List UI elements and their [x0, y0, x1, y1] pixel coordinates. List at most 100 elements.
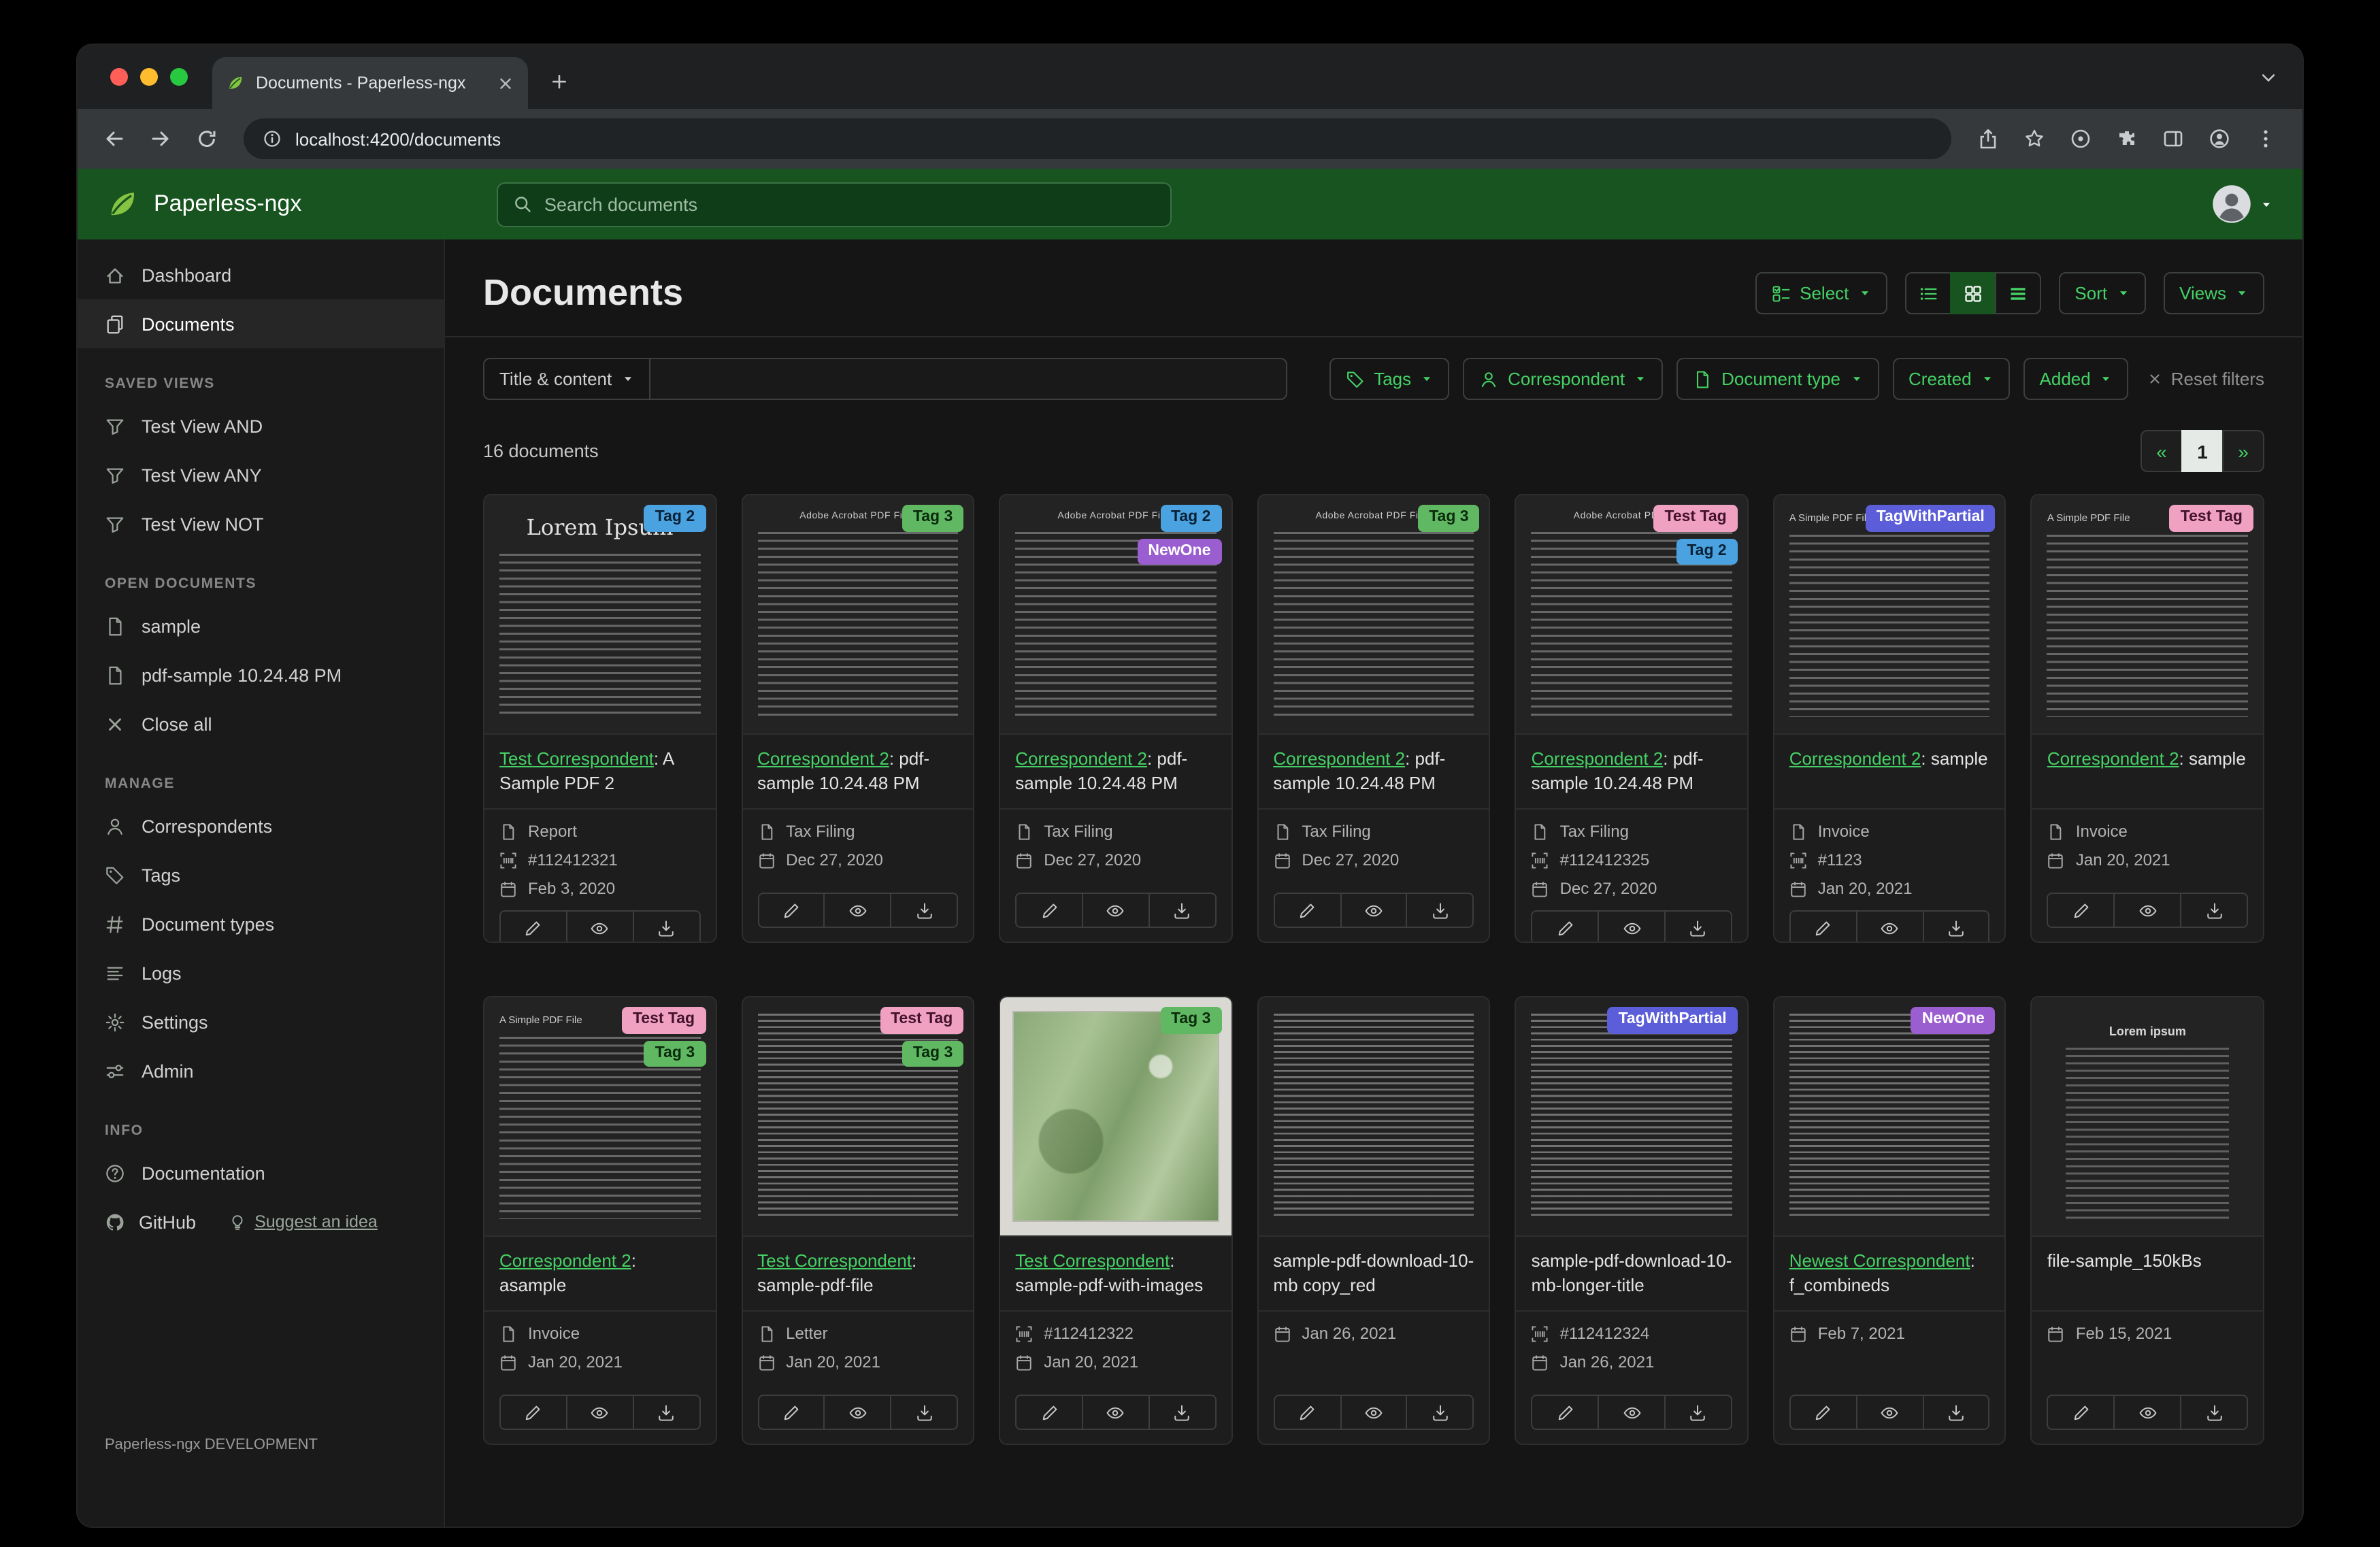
sidebar-item-test-view-any[interactable]: Test View ANY	[78, 450, 444, 499]
tag-badge[interactable]: NewOne	[1137, 538, 1222, 565]
doc-thumbnail[interactable]	[1258, 997, 1489, 1237]
sidebar-item-test-view-not[interactable]: Test View NOT	[78, 499, 444, 548]
view-button[interactable]	[565, 910, 634, 942]
tag-badge[interactable]: TagWithPartial	[1865, 505, 1996, 531]
view-button[interactable]	[2113, 1395, 2182, 1430]
correspondent-link[interactable]: Correspondent 2	[1789, 748, 1921, 769]
document-card[interactable]: NewOne Newest Correspondent: f_combineds…	[1772, 996, 2006, 1445]
doc-thumbnail[interactable]: Test Tag A Simple PDF File	[2032, 495, 2263, 735]
edit-button[interactable]	[499, 910, 567, 942]
view-button[interactable]	[1082, 893, 1150, 928]
sidebar-item-document-types[interactable]: Document types	[78, 899, 444, 948]
side-panel-button[interactable]	[2153, 118, 2194, 159]
grid-view-button[interactable]	[1949, 272, 1996, 314]
doc-thumbnail[interactable]: TagWithPartial	[1516, 997, 1747, 1237]
tag-badge[interactable]: NewOne	[1911, 1007, 1996, 1033]
window-minimize-button[interactable]	[140, 68, 158, 86]
sidebar-item-documentation[interactable]: Documentation	[78, 1148, 444, 1197]
doc-thumbnail[interactable]: Tag 3	[1000, 997, 1232, 1237]
window-close-button[interactable]	[110, 68, 128, 86]
doc-thumbnail[interactable]: Test Tag Tag 3 A Simple PDF File	[484, 997, 716, 1237]
view-button[interactable]	[1082, 1395, 1150, 1430]
user-menu[interactable]	[2211, 184, 2272, 224]
document-card[interactable]: Test Tag A Simple PDF File Correspondent…	[2030, 494, 2264, 943]
document-card[interactable]: TagWithPartial sample-pdf-download-10-mb…	[1515, 996, 1749, 1445]
sidebar-item-close-all[interactable]: Close all	[78, 699, 444, 748]
document-card[interactable]: Tag 3 Test Correspondent: sample-pdf-wit…	[999, 996, 1233, 1445]
download-button[interactable]	[890, 893, 959, 928]
window-zoom-button[interactable]	[170, 68, 188, 86]
sidebar-item-test-view-and[interactable]: Test View AND	[78, 401, 444, 450]
sidebar-item-settings[interactable]: Settings	[78, 997, 444, 1046]
sidebar-item-tags[interactable]: Tags	[78, 850, 444, 899]
download-button[interactable]	[1664, 1395, 1732, 1430]
document-card[interactable]: TagWithPartial A Simple PDF File Corresp…	[1772, 494, 2006, 943]
doc-thumbnail[interactable]: Test Tag Tag 2 Adobe Acrobat PDF Files	[1516, 495, 1747, 735]
bookmark-button[interactable]	[2014, 118, 2055, 159]
browser-tab[interactable]: Documents - Paperless-ngx	[212, 57, 528, 109]
document-card[interactable]: sample-pdf-download-10-mb copy_red Jan 2…	[1257, 996, 1491, 1445]
tag-badge[interactable]: Tag 3	[1418, 505, 1480, 531]
address-bar[interactable]: localhost:4200/documents	[244, 118, 1951, 159]
tag-badge[interactable]: Tag 2	[644, 505, 706, 531]
correspondent-link[interactable]: Correspondent 2	[499, 1250, 631, 1271]
doc-thumbnail[interactable]: NewOne	[1774, 997, 2005, 1237]
sidebar-item-logs[interactable]: Logs	[78, 948, 444, 997]
view-button[interactable]	[1598, 1395, 1666, 1430]
edit-button[interactable]	[2047, 1395, 2115, 1430]
browser-menu-button[interactable]	[2245, 118, 2286, 159]
view-button[interactable]	[1855, 910, 1924, 942]
filter-button-document-type[interactable]: Document type	[1676, 358, 1879, 400]
download-button[interactable]	[1922, 910, 1990, 942]
doc-thumbnail[interactable]: Lorem ipsum	[2032, 997, 2263, 1237]
filter-query-input[interactable]	[650, 358, 1287, 400]
tab-close-icon[interactable]	[497, 74, 514, 92]
tag-badge[interactable]: Test Tag	[880, 1007, 964, 1033]
tag-badge[interactable]: Test Tag	[621, 1007, 706, 1033]
doc-thumbnail[interactable]: Tag 3 Adobe Acrobat PDF Files	[742, 495, 974, 735]
reload-button[interactable]	[186, 118, 227, 159]
app-brand[interactable]: Paperless-ngx	[78, 186, 445, 222]
edit-button[interactable]	[1273, 893, 1342, 928]
correspondent-link[interactable]: Newest Correspondent	[1789, 1250, 1970, 1271]
edit-button[interactable]	[1015, 893, 1083, 928]
list-view-button[interactable]	[1904, 272, 1951, 314]
edit-button[interactable]	[499, 1395, 567, 1430]
download-button[interactable]	[632, 1395, 701, 1430]
view-button[interactable]	[1855, 1395, 1924, 1430]
tag-badge[interactable]: Test Tag	[2169, 505, 2253, 531]
next-page-button[interactable]: »	[2222, 430, 2264, 472]
search-input[interactable]	[544, 194, 1155, 214]
prev-page-button[interactable]: «	[2141, 430, 2183, 472]
correspondent-link[interactable]: Test Correspondent	[499, 748, 654, 769]
document-card[interactable]: Tag 2 NewOne Adobe Acrobat PDF Files Corr…	[999, 494, 1233, 943]
title-content-dropdown[interactable]: Title & content	[483, 358, 650, 400]
tag-badge[interactable]: Tag 2	[1676, 538, 1738, 565]
tag-badge[interactable]: Tag 3	[902, 1040, 964, 1067]
tag-badge[interactable]: TagWithPartial	[1607, 1007, 1738, 1033]
correspondent-link[interactable]: Correspondent 2	[1532, 748, 1664, 769]
view-button[interactable]	[1340, 1395, 1408, 1430]
edit-button[interactable]	[2047, 893, 2115, 928]
edit-button[interactable]	[1531, 910, 1600, 942]
edit-button[interactable]	[1015, 1395, 1083, 1430]
view-button[interactable]	[565, 1395, 634, 1430]
edit-button[interactable]	[757, 893, 825, 928]
document-card[interactable]: Lorem ipsum file-sample_150kBs Feb 15, 2…	[2030, 996, 2264, 1445]
sidebar-item-correspondents[interactable]: Correspondents	[78, 801, 444, 850]
document-card[interactable]: Test Tag Tag 3 A Simple PDF File Correspo…	[483, 996, 717, 1445]
sort-button[interactable]: Sort	[2058, 272, 2146, 314]
tag-badge[interactable]: Tag 3	[644, 1040, 706, 1067]
edit-button[interactable]	[1273, 1395, 1342, 1430]
download-button[interactable]	[1406, 1395, 1474, 1430]
edit-button[interactable]	[757, 1395, 825, 1430]
forward-button[interactable]	[140, 118, 181, 159]
back-button[interactable]	[94, 118, 135, 159]
download-button[interactable]	[2180, 893, 2248, 928]
correspondent-link[interactable]: Test Correspondent	[757, 1250, 912, 1271]
filter-button-created[interactable]: Created	[1892, 358, 2010, 400]
view-button[interactable]	[2113, 893, 2182, 928]
doc-thumbnail[interactable]: Test Tag Tag 3	[742, 997, 974, 1237]
share-button[interactable]	[1968, 118, 2009, 159]
correspondent-link[interactable]: Correspondent 2	[2047, 748, 2179, 769]
